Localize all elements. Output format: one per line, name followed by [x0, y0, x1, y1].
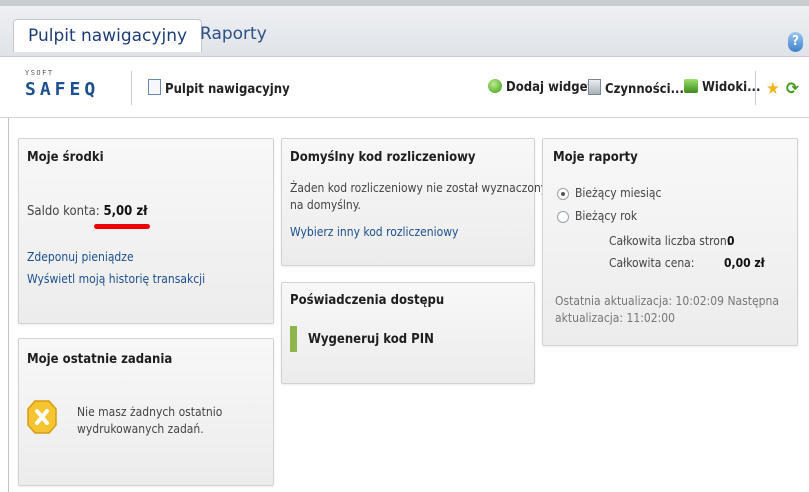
total-price-label: Całkowita cena:: [609, 256, 695, 270]
funds-panel: [18, 138, 274, 324]
billing-code-title: Domyślny kod rozliczeniowy: [290, 150, 476, 165]
choose-billing-code-link[interactable]: Wybierz inny kod rozliczeniowy: [290, 225, 458, 239]
transaction-history-link[interactable]: Wyświetl moją historię transakcji: [27, 272, 205, 286]
billing-message-line1: Żaden kod rozliczeniowy nie został wyzna…: [290, 181, 548, 195]
no-jobs-message-line2: wydrukowanych zadań.: [77, 422, 204, 436]
total-pages-value: 0: [727, 234, 735, 248]
content-left-border: [8, 118, 9, 492]
favorite-button[interactable]: ★: [766, 79, 780, 99]
toolbar-divider: [131, 71, 132, 105]
total-price-value: 0,00 zł: [724, 256, 765, 270]
tab-strip: Pulpit nawigacyjny Raporty ?: [0, 6, 809, 57]
pin-indicator-bar: [290, 326, 297, 352]
warning-icon: [27, 400, 57, 434]
dashboard-link-label: Pulpit nawigacyjny: [165, 82, 290, 97]
add-widget-button[interactable]: Dodaj widget: [488, 79, 593, 97]
total-pages-label: Całkowita liczba stron:: [609, 234, 731, 248]
views-button[interactable]: Widoki...: [684, 79, 760, 97]
star-icon: ★: [766, 79, 780, 99]
tab-dashboard[interactable]: Pulpit nawigacyjny: [13, 19, 203, 52]
toolbar: YSOFT SAFEQ Pulpit nawigacyjny Dodaj wid…: [0, 57, 809, 118]
deposit-link[interactable]: Zdeponuj pieniądze: [27, 250, 134, 264]
update-info-line1: Ostatnia aktualizacja: 10:02:09 Następna: [555, 294, 779, 308]
add-widget-label: Dodaj widget: [506, 80, 594, 95]
highlight-underline: [94, 224, 150, 229]
credentials-title: Poświadczenia dostępu: [290, 293, 445, 308]
views-label: Widoki...: [702, 80, 761, 95]
toolbar-divider-right: [755, 71, 756, 105]
current-month-label: Bieżący miesiąc: [575, 186, 662, 200]
views-icon: [684, 79, 698, 93]
actions-button[interactable]: Czynności...: [588, 79, 684, 97]
radio-current-year[interactable]: [557, 211, 569, 223]
page-icon: [148, 79, 161, 95]
update-info-line2: aktualizacja: 11:02:00: [555, 311, 675, 325]
billing-message-line2: na domyślny.: [290, 198, 361, 212]
generate-pin-button[interactable]: Wygeneruj kod PIN: [308, 332, 434, 347]
current-year-label: Bieżący rok: [575, 209, 638, 223]
refresh-button[interactable]: ⟳: [786, 79, 799, 99]
logo-safeq-text: SAFEQ: [25, 79, 100, 100]
funds-title: Moje środki: [27, 150, 104, 165]
radio-current-month[interactable]: [557, 188, 569, 200]
saldo-row: Saldo konta: 5,00 zł: [27, 204, 148, 219]
reports-title: Moje raporty: [553, 150, 638, 165]
recent-jobs-title: Moje ostatnie zadania: [27, 352, 173, 367]
dashboard-link[interactable]: Pulpit nawigacyjny: [148, 79, 290, 97]
saldo-value: 5,00 zł: [103, 204, 148, 219]
safeq-logo: YSOFT SAFEQ: [25, 69, 145, 105]
actions-label: Czynności...: [605, 82, 684, 97]
no-jobs-message-line1: Nie masz żadnych ostatnio: [77, 405, 223, 419]
add-icon: [488, 79, 502, 93]
logo-ysoft-text: YSOFT: [25, 69, 54, 77]
help-icon[interactable]: ?: [788, 32, 803, 52]
tab-reports[interactable]: Raporty: [186, 18, 281, 50]
document-icon: [588, 79, 601, 95]
saldo-label: Saldo konta:: [27, 204, 100, 219]
refresh-icon: ⟳: [786, 79, 799, 99]
